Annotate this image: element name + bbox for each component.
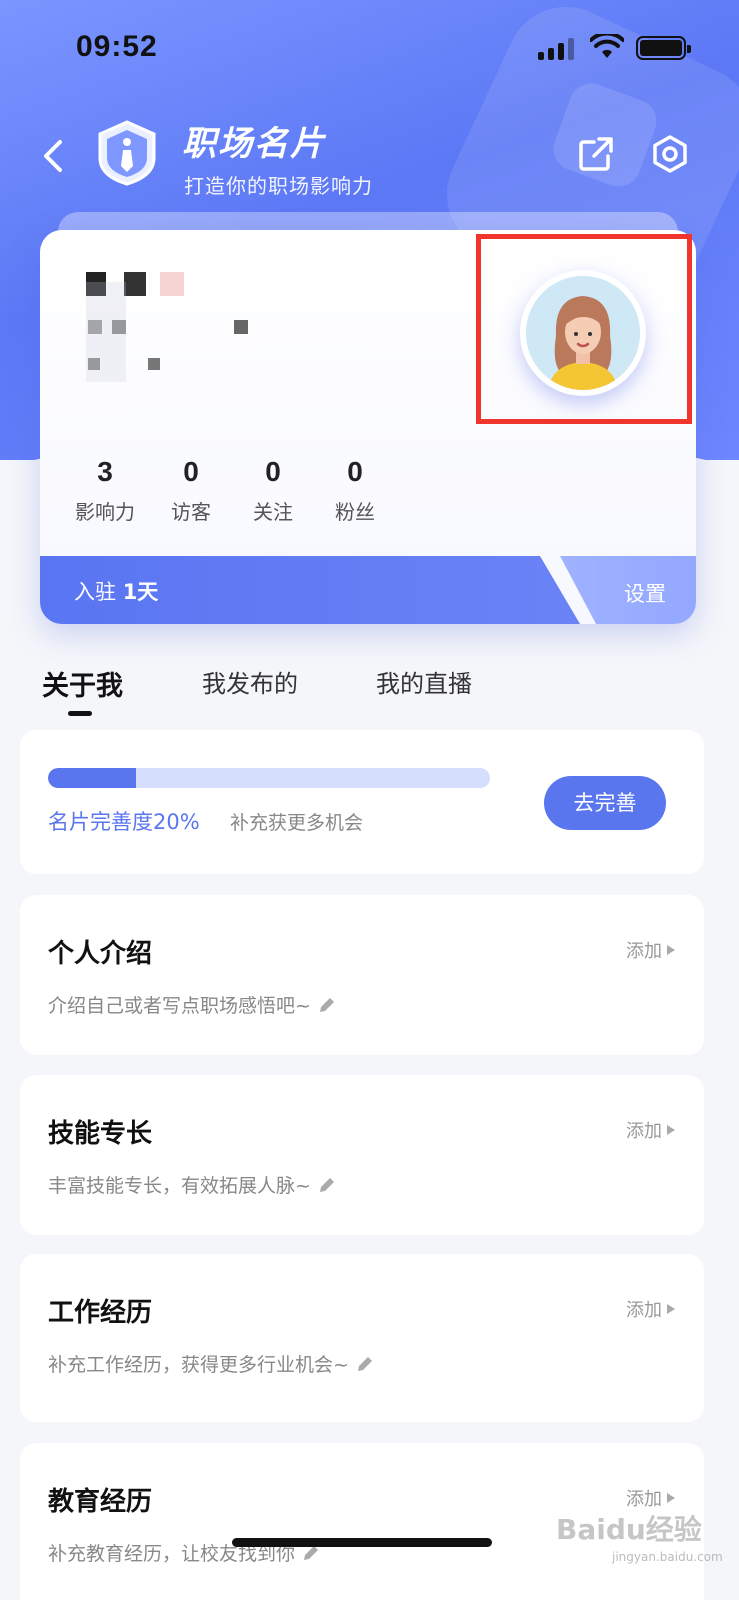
page-subtitle: 打造你的职场影响力	[184, 174, 373, 198]
section-description[interactable]: 介绍自己或者写点职场感悟吧~	[48, 991, 337, 1018]
tab-my-live[interactable]: 我的直播	[376, 664, 472, 699]
cellular-signal-icon	[538, 36, 574, 60]
status-time: 09:52	[76, 30, 158, 63]
page-title: 职场名片	[182, 124, 326, 164]
share-icon[interactable]	[578, 136, 614, 172]
pencil-icon	[319, 1177, 334, 1192]
settings-icon[interactable]	[650, 134, 690, 174]
section-title: 教育经历	[48, 1487, 153, 1517]
profile-stats: 3 影响力 0 访客 0 关注 0 粉丝	[60, 456, 396, 525]
stat-following[interactable]: 0 关注	[232, 456, 314, 525]
add-label: 添加	[626, 1121, 662, 1142]
pencil-icon	[357, 1356, 372, 1371]
profile-tabs: 关于我 我发布的 我的直播	[42, 660, 702, 720]
stat-label: 影响力	[75, 500, 135, 524]
join-days: 1天	[122, 580, 159, 604]
completion-progress-fill	[48, 768, 137, 788]
stat-value: 0	[347, 456, 363, 487]
stat-label: 粉丝	[335, 500, 375, 524]
home-indicator[interactable]	[232, 1538, 492, 1547]
stat-fans[interactable]: 0 粉丝	[314, 456, 396, 525]
play-arrow-icon	[667, 1304, 675, 1314]
add-label: 添加	[626, 1300, 662, 1321]
section-description[interactable]: 补充工作经历，获得更多行业机会~	[48, 1350, 375, 1377]
watermark: Baidu经验	[556, 1513, 702, 1546]
completion-hint: 补充获更多机会	[230, 812, 364, 834]
play-arrow-icon	[667, 945, 675, 955]
stat-value: 0	[265, 456, 281, 487]
stat-visitors[interactable]: 0 访客	[150, 456, 232, 525]
battery-icon	[636, 36, 691, 60]
join-prefix: 入驻	[74, 580, 123, 604]
add-work-link[interactable]: 添加	[626, 1296, 676, 1322]
watermark-url: jingyan.baidu.com	[612, 1550, 723, 1564]
active-tab-indicator	[68, 711, 92, 716]
completion-progress-bar	[48, 768, 490, 788]
career-card-logo-icon	[98, 120, 156, 186]
section-title: 工作经历	[48, 1298, 153, 1328]
section-desc-text: 介绍自己或者写点职场感悟吧~	[48, 995, 311, 1017]
wifi-icon	[590, 34, 624, 58]
completion-panel: 名片完善度20% 补充获更多机会 去完善	[20, 730, 704, 874]
section-skills: 技能专长 丰富技能专长，有效拓展人脉~ 添加	[20, 1075, 704, 1235]
section-intro: 个人介绍 介绍自己或者写点职场感悟吧~ 添加	[20, 895, 704, 1055]
avatar-highlight-box	[476, 234, 692, 424]
pencil-icon	[319, 997, 334, 1012]
section-desc-text: 补充工作经历，获得更多行业机会~	[48, 1354, 349, 1376]
tab-my-posts[interactable]: 我发布的	[202, 664, 298, 699]
completion-label: 名片完善度20%	[48, 810, 200, 834]
section-desc-text: 丰富技能专长，有效拓展人脉~	[48, 1175, 311, 1197]
tab-about-me[interactable]: 关于我	[42, 664, 123, 703]
section-description[interactable]: 丰富技能专长，有效拓展人脉~	[48, 1171, 337, 1198]
status-bar: 09:52	[0, 0, 739, 90]
section-title: 技能专长	[48, 1119, 153, 1149]
play-arrow-icon	[667, 1125, 675, 1135]
section-work-experience: 工作经历 补充工作经历，获得更多行业机会~ 添加	[20, 1254, 704, 1422]
stat-label: 关注	[253, 500, 293, 524]
stat-label: 访客	[171, 500, 211, 524]
play-arrow-icon	[667, 1493, 675, 1503]
add-label: 添加	[626, 941, 662, 962]
section-title: 个人介绍	[48, 939, 153, 969]
add-skills-link[interactable]: 添加	[626, 1117, 676, 1143]
join-duration-bar: 入驻 1天	[40, 556, 580, 624]
back-arrow-icon[interactable]	[38, 138, 68, 174]
complete-profile-button[interactable]: 去完善	[544, 776, 666, 830]
stat-value: 3	[97, 456, 113, 487]
stat-influence[interactable]: 3 影响力	[60, 456, 150, 525]
stat-value: 0	[183, 456, 199, 487]
add-intro-link[interactable]: 添加	[626, 937, 676, 963]
